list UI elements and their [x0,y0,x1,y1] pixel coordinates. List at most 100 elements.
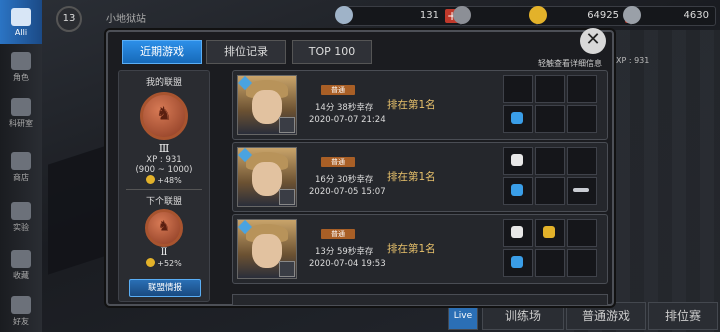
portrait-face [252,234,282,268]
side-xp-label: XP : 931 [616,56,650,65]
horse-icon: ♞ [155,103,173,125]
survival-time: 13分 59秒幸存 [315,247,374,257]
friends-icon [11,296,31,314]
left-nav: Alli 角色 科研室 商店 实验 收藏 好友 [0,0,42,332]
match-date: 2020-07-07 21:24 [309,115,386,125]
weapon-mini-icon [279,189,295,205]
nav-item-collection[interactable]: 收藏 [0,246,42,286]
item-slot [503,219,533,247]
item-slot [567,75,597,103]
coin-icon [146,175,156,184]
white-orb-icon [511,226,523,238]
item-slot [535,105,565,133]
blue-orb-icon [511,112,523,124]
nav-label: Alli [14,28,28,37]
nav-label: 科研室 [9,119,33,128]
nav-item-experiment[interactable]: 实验 [0,198,42,238]
match-row[interactable]: 普通 16分 30秒幸存 2020-07-05 15:07 排在第1名 [232,142,608,212]
tap-hint: 轻触查看详细信息 [538,59,602,68]
league-panel: 我的联盟 ♞ Ⅲ XP : 931 (900 ~ 1000) +48% 下个联盟… [118,70,210,302]
mode-badge: 普通 [321,85,355,95]
portrait-face [252,90,282,124]
league-xp: XP : 931 [146,155,182,165]
resource-points: 4630 [623,6,716,26]
item-slot [567,105,597,133]
cart-icon [11,152,31,170]
weapon-mini-icon [279,117,295,133]
item-slot [503,75,533,103]
white-orb-icon [511,154,523,166]
portrait-face [252,162,282,196]
gold-orb-icon [543,226,555,238]
my-league-bonus: +48% [119,175,209,185]
nav-item-friends[interactable]: 好友 [0,292,42,332]
next-league-title: 下个联盟 [145,197,182,207]
league-xp-range: (900 ~ 1000) [135,165,193,175]
item-slot [503,177,533,205]
top-bar: 13 小地狱站 131 + 3 + 64925 + 4630 [42,0,720,32]
league-medal-icon: ♞ [140,92,188,140]
character-portrait [237,147,297,207]
nav-item-shop[interactable]: 商店 [0,148,42,188]
tab-rank-records[interactable]: 排位记录 [206,40,286,64]
player-level-badge[interactable]: 13 [56,6,82,32]
lab-icon [11,98,31,116]
match-row[interactable]: 普通 13分 59秒幸存 2020-07-04 19:53 排在第1名 [232,214,608,284]
dark-blade-icon [573,188,589,192]
nav-item-alli[interactable]: Alli [0,0,42,44]
horse-icon: ♞ [157,218,171,235]
history-dialog: 近期游戏 排位记录 TOP 100 ✕ 轻触查看详细信息 我的联盟 ♞ Ⅲ XP… [106,28,614,306]
item-slot [567,249,597,277]
character-portrait [237,219,297,279]
character-icon [11,52,31,70]
normal-game-button[interactable]: 普通游戏 [566,302,646,330]
tab-recent-games[interactable]: 近期游戏 [122,40,202,64]
match-rank: 排在第1名 [387,243,436,255]
item-slot [567,147,597,175]
match-rank: 排在第1名 [387,171,436,183]
item-slot [535,177,565,205]
nav-label: 角色 [13,73,29,82]
nav-label: 收藏 [13,271,29,280]
next-league-medal-icon: ♞ [145,209,183,247]
blade-icon [335,6,353,24]
bonus-value: +52% [157,259,182,268]
divider [126,189,202,190]
item-slot [535,147,565,175]
item-slot [535,249,565,277]
nav-item-lab[interactable]: 科研室 [0,94,42,134]
resource-blade: 131 + [335,6,462,26]
item-slot [567,219,597,247]
tab-top-100[interactable]: TOP 100 [292,40,372,64]
my-league-tier: Ⅲ [158,142,170,155]
live-button[interactable]: Live [448,302,478,330]
coin-icon [529,6,547,24]
my-league-title: 我的联盟 [145,78,182,88]
match-row[interactable]: 普通 14分 38秒幸存 2020-07-07 21:24 排在第1名 [232,70,608,140]
bonus-value: +48% [157,176,182,185]
resource-value: 4630 [683,10,709,21]
mode-badge: 普通 [321,229,355,239]
ticket-icon [453,6,471,24]
coin-icon [146,258,156,267]
mode-badge: 普通 [321,157,355,167]
item-slot [503,147,533,175]
nav-item-character[interactable]: 角色 [0,48,42,88]
item-slot [535,219,565,247]
match-rank: 排在第1名 [387,99,436,111]
nav-label: 好友 [13,317,29,326]
close-button[interactable]: ✕ [580,28,606,54]
weapon-mini-icon [279,261,295,277]
match-row-partial[interactable] [232,294,608,305]
next-league-bonus: +52% [119,258,209,268]
item-slot [503,249,533,277]
ranked-button[interactable]: 排位赛 [648,302,718,330]
match-date: 2020-07-04 19:53 [309,259,386,269]
books-icon [11,202,31,220]
character-portrait [237,75,297,135]
blue-orb-icon [511,184,523,196]
next-league-tier: Ⅱ [160,247,168,258]
item-slot [567,177,597,205]
league-info-button[interactable]: 联盟情报 [129,279,201,297]
training-button[interactable]: 训练场 [482,302,564,330]
